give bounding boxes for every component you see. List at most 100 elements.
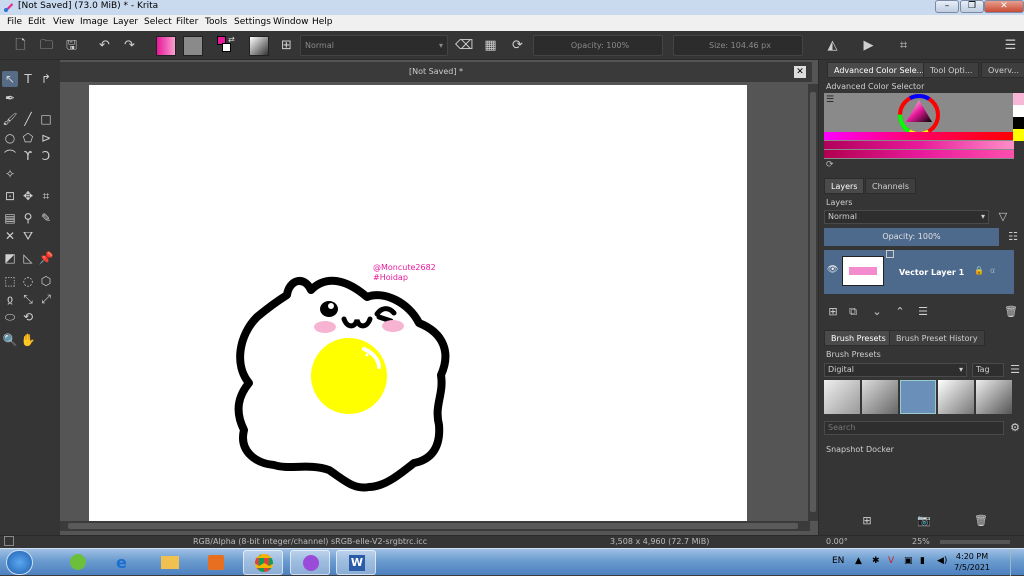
taskbar-explorer[interactable]: [150, 550, 190, 575]
tray-expand-icon[interactable]: ▲: [855, 556, 862, 566]
menu-window[interactable]: Window: [273, 17, 309, 27]
alpha-lock-icon[interactable]: α: [990, 266, 995, 275]
transform-tool-icon[interactable]: ⊡: [2, 188, 18, 204]
taskbar-chrome[interactable]: [243, 550, 283, 575]
hue-bar[interactable]: [824, 132, 1014, 140]
reference-tool-icon[interactable]: 📌: [38, 250, 54, 266]
menu-image[interactable]: Image: [80, 17, 108, 27]
move-layer-down-icon[interactable]: ⌄: [869, 305, 885, 319]
rectangle-tool-icon[interactable]: □: [38, 111, 54, 127]
redo-icon[interactable]: ↷: [121, 37, 138, 54]
text-tool-icon[interactable]: T: [20, 71, 36, 87]
tray-device-icon[interactable]: ▣: [904, 556, 913, 566]
measure-tool-icon[interactable]: ◺: [20, 250, 36, 266]
canvas-paper[interactable]: @Moncute2682 #Hoidap: [89, 85, 747, 521]
taskbar-app-1[interactable]: [58, 550, 98, 575]
bezier-selection-tool-icon[interactable]: ⬭: [2, 309, 18, 325]
open-document-icon[interactable]: 🗀: [38, 37, 55, 54]
freehand-path-tool-icon[interactable]: ϒ: [20, 148, 36, 164]
menu-layer[interactable]: Layer: [113, 17, 138, 27]
size-slider[interactable]: Size: 104.46 px: [673, 35, 803, 56]
rectangular-selection-tool-icon[interactable]: ⬚: [2, 273, 18, 289]
similar-selection-tool-icon[interactable]: ⤢: [38, 291, 54, 307]
pattern-selector[interactable]: [183, 36, 203, 56]
search-options-icon[interactable]: ⚙: [1007, 421, 1023, 435]
layer-properties-icon[interactable]: ☷: [1005, 230, 1021, 244]
brush-preset-5[interactable]: [976, 380, 1012, 414]
tab-overview[interactable]: Overv...: [981, 62, 1024, 78]
color-picker-tool-icon[interactable]: ⚲: [20, 210, 36, 226]
wrap-around-icon[interactable]: ⌗: [895, 37, 912, 54]
gradient-selector[interactable]: [156, 36, 176, 56]
color-wheel[interactable]: [897, 93, 941, 137]
color-history-swatch-1[interactable]: [1013, 93, 1024, 105]
menu-edit[interactable]: Edit: [28, 17, 45, 27]
brush-preset-icon[interactable]: [249, 36, 269, 56]
magnetic-selection-tool-icon[interactable]: ⟲: [20, 309, 36, 325]
delete-snapshot-icon[interactable]: 🗑: [973, 514, 989, 528]
tag-button[interactable]: Tag: [972, 363, 1004, 377]
zoom-label[interactable]: 25%: [912, 537, 930, 546]
tab-layers[interactable]: Layers: [824, 178, 865, 194]
mirror-vertical-icon[interactable]: ▶: [860, 37, 877, 54]
taskbar-krita[interactable]: [290, 550, 330, 575]
brush-settings-icon[interactable]: ⊞: [278, 37, 295, 54]
brush-preset-1[interactable]: [824, 380, 860, 414]
polygon-tool-icon[interactable]: ⬠: [20, 130, 36, 146]
freehand-selection-tool-icon[interactable]: ჲ: [2, 291, 18, 307]
volume-icon[interactable]: ◀): [937, 556, 947, 566]
menu-filter[interactable]: Filter: [176, 17, 198, 27]
menu-help[interactable]: Help: [312, 17, 333, 27]
taskbar-ie[interactable]: e: [104, 550, 144, 575]
delete-layer-icon[interactable]: 🗑: [1003, 305, 1019, 319]
brush-preset-3[interactable]: [900, 380, 936, 414]
value-bar[interactable]: [824, 150, 1014, 158]
maximize-button[interactable]: ❐: [960, 0, 984, 13]
preserve-alpha-icon[interactable]: ▦: [482, 37, 499, 54]
snapshot-camera-icon[interactable]: 📷: [916, 514, 932, 528]
ellipse-tool-icon[interactable]: ○: [2, 130, 18, 146]
opacity-slider[interactable]: Opacity: 100%: [533, 35, 663, 56]
edit-shapes-tool-icon[interactable]: ↱: [38, 71, 54, 87]
line-tool-icon[interactable]: ╱: [20, 111, 36, 127]
vertical-scroll-thumb[interactable]: [810, 92, 816, 512]
tab-tool-options[interactable]: Tool Opti...: [923, 62, 980, 78]
brush-preset-2[interactable]: [862, 380, 898, 414]
vertical-scrollbar[interactable]: [808, 84, 818, 521]
system-clock[interactable]: 4:20 PM 7/5/2021: [954, 551, 990, 573]
new-document-icon[interactable]: 🗋: [12, 37, 29, 54]
horizontal-scrollbar[interactable]: [60, 521, 810, 531]
brush-docker-menu-icon[interactable]: ☰: [1007, 363, 1023, 377]
brush-tag-select[interactable]: Digital ▾: [824, 363, 967, 377]
gradient-tool-icon[interactable]: ▤: [2, 210, 18, 226]
visibility-eye-icon[interactable]: 👁: [827, 265, 838, 275]
lock-icon[interactable]: 🔒: [974, 266, 984, 275]
zoom-slider[interactable]: [940, 540, 1010, 544]
dynamic-brush-tool-icon[interactable]: Ɔ: [38, 148, 54, 164]
elliptical-selection-tool-icon[interactable]: ◌: [20, 273, 36, 289]
duplicate-layer-icon[interactable]: ⧉: [845, 305, 861, 319]
layer-row[interactable]: 👁 Vector Layer 1 🔒 α: [824, 250, 1014, 294]
bezier-tool-icon[interactable]: ⌒: [2, 148, 18, 164]
close-document-icon[interactable]: ✕: [794, 66, 806, 78]
polygonal-selection-tool-icon[interactable]: ⬡: [38, 273, 54, 289]
add-snapshot-icon[interactable]: ⊞: [859, 514, 875, 528]
mirror-horizontal-icon[interactable]: ◭: [824, 37, 841, 54]
docker-menu-icon[interactable]: ☰: [1002, 37, 1019, 54]
taskbar-media[interactable]: [196, 550, 236, 575]
start-button[interactable]: [6, 550, 33, 575]
reload-preset-icon[interactable]: ⟳: [509, 37, 526, 54]
eraser-icon[interactable]: ⌫: [455, 37, 473, 54]
background-color-swatch[interactable]: [222, 43, 231, 52]
multibrush-tool-icon[interactable]: ✧: [2, 166, 18, 182]
calligraphy-tool-icon[interactable]: ✒: [2, 90, 18, 106]
contiguous-selection-tool-icon[interactable]: ⤡: [20, 291, 36, 307]
color-selector-menu-icon[interactable]: ☰: [826, 95, 834, 105]
undo-icon[interactable]: ↶: [96, 37, 113, 54]
saturation-bar[interactable]: [824, 141, 1014, 149]
crop-tool-icon[interactable]: ⌗: [38, 188, 54, 204]
menu-file[interactable]: File: [7, 17, 22, 27]
save-icon[interactable]: 🖫: [63, 37, 80, 54]
menu-view[interactable]: View: [53, 17, 74, 27]
smart-patch-tool-icon[interactable]: ✎: [38, 210, 54, 226]
